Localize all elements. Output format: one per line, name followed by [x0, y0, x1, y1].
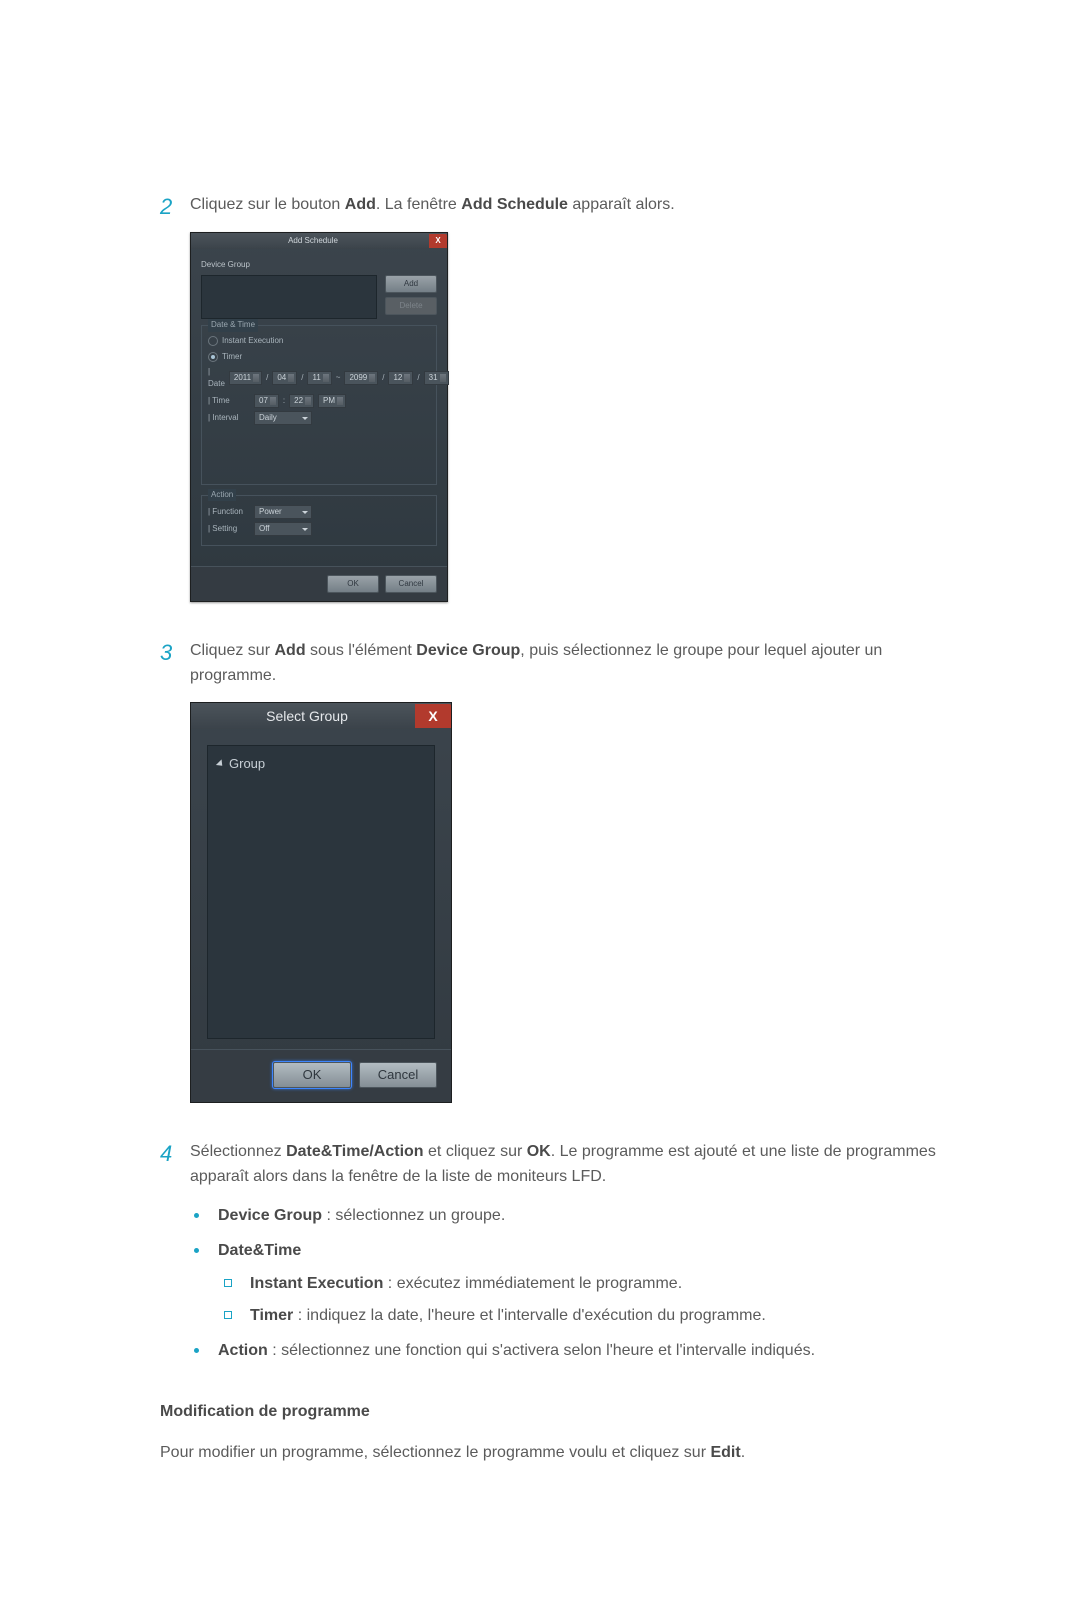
date-label: | Date [208, 366, 225, 391]
date-range-sep: ~ [336, 372, 341, 384]
step-4: 4 Sélectionnez Date&Time/Action et cliqu… [160, 1137, 940, 1378]
text: Sélectionnez [190, 1143, 286, 1160]
text-bold: Date&Time/Action [286, 1143, 424, 1160]
date-year-start[interactable]: 2011 [229, 371, 262, 385]
text-bold: OK [527, 1143, 551, 1160]
datetime-group-label: Date & Time [208, 319, 258, 331]
ok-button[interactable]: OK [273, 1062, 351, 1088]
close-icon[interactable]: X [415, 704, 451, 728]
group-tree[interactable]: Group [207, 745, 435, 1039]
text: : sélectionnez un groupe. [322, 1207, 505, 1224]
step-2: 2 Cliquez sur le bouton Add. La fenêtre … [160, 190, 940, 626]
instant-exec-label: Instant Execution [222, 335, 283, 347]
ok-button[interactable]: OK [327, 575, 379, 593]
text-bold: Instant Execution [250, 1275, 383, 1292]
setting-select[interactable]: Off [254, 522, 312, 536]
text-bold: Date&Time [218, 1242, 301, 1259]
text-bold: Edit [710, 1444, 740, 1461]
group-root-label: Group [229, 754, 265, 774]
text: . [741, 1444, 745, 1461]
select-group-screenshot: Select Group X Group OK Cancel [190, 702, 940, 1103]
text: apparaît alors. [568, 196, 675, 213]
delete-button: Delete [385, 297, 437, 315]
modif-heading: Modification de programme [160, 1400, 940, 1425]
date-year-end[interactable]: 2099 [344, 371, 378, 385]
group-root-node[interactable]: Group [218, 754, 424, 774]
text-bold: Device Group [218, 1207, 322, 1224]
cancel-button[interactable]: Cancel [359, 1062, 437, 1088]
timer-radio[interactable] [208, 352, 218, 362]
text-bold: Add [345, 196, 376, 213]
text-bold: Device Group [416, 642, 520, 659]
interval-label: | Interval [208, 412, 250, 424]
text: Pour modifier un programme, sélectionnez… [160, 1444, 710, 1461]
step-2-content: Cliquez sur le bouton Add. La fenêtre Ad… [190, 190, 940, 626]
text: Cliquez sur [190, 642, 274, 659]
add-schedule-screenshot: Add Schedule X Device Group Add Delete [190, 232, 940, 602]
text-bold: Add [274, 642, 305, 659]
function-label: | Function [208, 506, 250, 518]
action-group-label: Action [208, 489, 236, 501]
function-select[interactable]: Power [254, 505, 312, 519]
date-day-end[interactable]: 31 [424, 371, 449, 385]
text: : exécutez immédiatement le programme. [383, 1275, 682, 1292]
time-min[interactable]: 22 [289, 394, 314, 408]
step-2-number: 2 [160, 190, 190, 224]
step-3-number: 3 [160, 636, 190, 670]
step-3: 3 Cliquez sur Add sous l'élément Device … [160, 636, 940, 1128]
add-button[interactable]: Add [385, 275, 437, 293]
list-item: Timer : indiquez la date, l'heure et l'i… [218, 1304, 940, 1329]
date-month-start[interactable]: 04 [272, 371, 297, 385]
add-schedule-title: Add Schedule [197, 235, 429, 247]
modif-para: Pour modifier un programme, sélectionnez… [160, 1441, 940, 1466]
expand-icon[interactable] [216, 760, 225, 769]
select-group-window: Select Group X Group OK Cancel [190, 702, 452, 1103]
step-3-content: Cliquez sur Add sous l'élément Device Gr… [190, 636, 940, 1128]
text: : sélectionnez une fonction qui s'active… [268, 1342, 815, 1359]
add-schedule-window: Add Schedule X Device Group Add Delete [190, 232, 448, 602]
timer-label: Timer [222, 351, 242, 363]
close-icon[interactable]: X [429, 234, 447, 248]
list-item: Instant Execution : exécutez immédiateme… [218, 1272, 940, 1297]
text: sous l'élément [306, 642, 417, 659]
text-bold: Action [218, 1342, 268, 1359]
interval-select[interactable]: Daily [254, 411, 312, 425]
time-label: | Time [208, 395, 250, 407]
text: . La fenêtre [376, 196, 461, 213]
text-bold: Timer [250, 1307, 293, 1324]
step-4-content: Sélectionnez Date&Time/Action et cliquez… [190, 1137, 940, 1378]
list-item: Date&Time Instant Execution : exécutez i… [190, 1239, 940, 1329]
step-4-number: 4 [160, 1137, 190, 1171]
cancel-button[interactable]: Cancel [385, 575, 437, 593]
select-group-titlebar: Select Group X [191, 703, 451, 729]
device-group-label: Device Group [201, 259, 437, 271]
device-group-tree[interactable] [201, 275, 377, 319]
text: : indiquez la date, l'heure et l'interva… [293, 1307, 766, 1324]
list-item: Action : sélectionnez une fonction qui s… [190, 1339, 940, 1364]
add-schedule-titlebar: Add Schedule X [191, 233, 447, 249]
time-hour[interactable]: 07 [254, 394, 279, 408]
date-day-start[interactable]: 11 [307, 371, 331, 385]
setting-label: | Setting [208, 523, 250, 535]
text: Cliquez sur le bouton [190, 196, 345, 213]
text: et cliquez sur [424, 1143, 527, 1160]
instant-exec-radio[interactable] [208, 336, 218, 346]
date-month-end[interactable]: 12 [388, 371, 413, 385]
list-item: Device Group : sélectionnez un groupe. [190, 1204, 940, 1229]
time-ampm[interactable]: PM [318, 394, 346, 408]
text-bold: Add Schedule [461, 196, 568, 213]
select-group-title: Select Group [199, 706, 415, 728]
